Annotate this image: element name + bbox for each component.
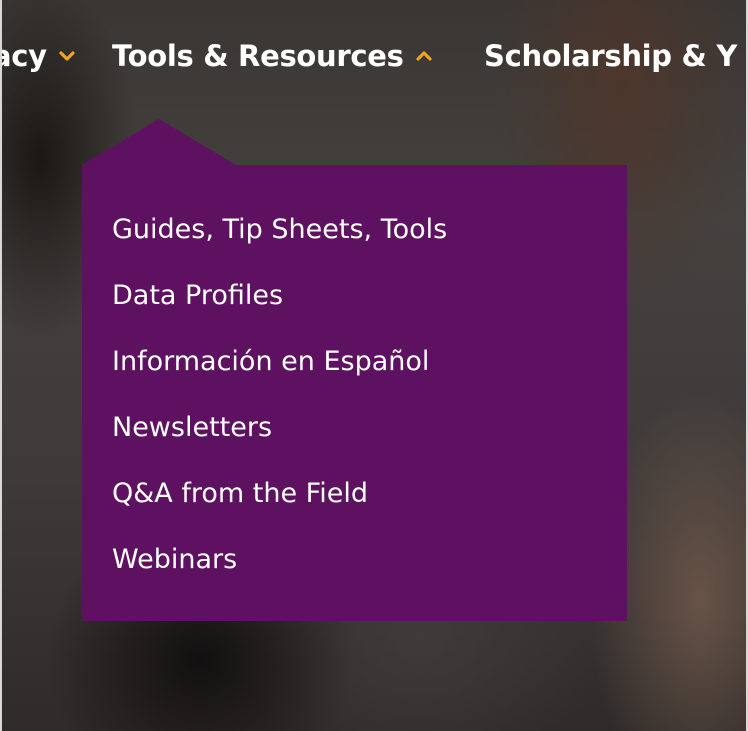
nav-item-advocacy[interactable]: acy [0,36,75,76]
chevron-up-icon [416,48,432,64]
hero-background: acy Tools & Resources Scholarship & Y Gu [0,0,748,731]
nav-item-label: acy [0,39,47,73]
main-navigation: acy Tools & Resources Scholarship & Y [0,36,748,76]
menu-item-webinars[interactable]: Webinars [112,537,447,603]
tools-resources-dropdown: Guides, Tip Sheets, Tools Data Profiles … [82,119,627,621]
menu-item-data-profiles[interactable]: Data Profiles [112,273,447,339]
dropdown-menu-list: Guides, Tip Sheets, Tools Data Profiles … [112,207,447,603]
menu-item-newsletters[interactable]: Newsletters [112,405,447,471]
nav-item-label: Tools & Resources [112,39,404,73]
menu-item-qa-from-the-field[interactable]: Q&A from the Field [112,471,447,537]
nav-item-scholarship[interactable]: Scholarship & Y [484,36,737,76]
nav-item-label: Scholarship & Y [484,39,738,73]
chevron-down-icon [59,48,75,64]
menu-item-informacion-en-espanol[interactable]: Información en Español [112,339,447,405]
menu-item-guides-tip-sheets-tools[interactable]: Guides, Tip Sheets, Tools [112,207,447,273]
nav-item-tools-resources[interactable]: Tools & Resources [112,36,432,76]
